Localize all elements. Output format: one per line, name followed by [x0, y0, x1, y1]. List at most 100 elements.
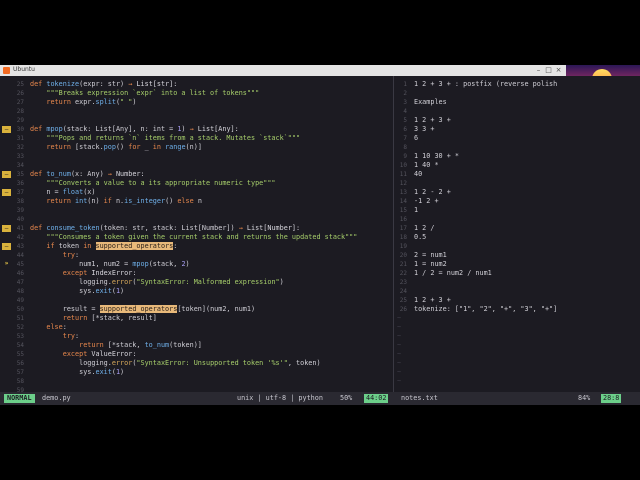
code-line[interactable]: 28 [0, 107, 393, 116]
notes-line[interactable]: 1 1 2 + 3 + : postfix (reverse polish [395, 80, 640, 89]
line-number: 50 [16, 306, 24, 313]
code-token: range [165, 143, 186, 151]
status-percent: 50% [340, 394, 353, 402]
notes-line[interactable]: 16 [395, 215, 640, 224]
code-line[interactable]: 39 [0, 206, 393, 215]
line-number: 17 [399, 225, 407, 232]
notes-line[interactable]: 5 1 2 + 3 + [395, 116, 640, 125]
code-line[interactable]: 53 try: [0, 332, 393, 341]
code-line[interactable]: 54 return [*stack, to_num(token)] [0, 341, 393, 350]
code-token: "SyntaxError: Malformed expression" [136, 278, 280, 286]
code-token: [*stack, result] [91, 314, 157, 322]
code-line[interactable]: 42 """Consumes a token given the current… [0, 233, 393, 242]
code-line[interactable]: 36 """Converts a value to a its appropri… [0, 179, 393, 188]
line-number: 46 [16, 270, 24, 277]
code-line[interactable]: 44 try: [0, 251, 393, 260]
code-line[interactable]: — 41 def consume_token(token: str, stack: … [0, 224, 393, 233]
line-number: 18 [399, 234, 407, 241]
code-token: logging. [30, 278, 112, 286]
close-icon[interactable]: × [554, 66, 563, 75]
notes-line[interactable]: 23 [395, 278, 640, 287]
editor-pane-right[interactable]: 11 2 + 3 + : postfix (reverse polish 2 3 Ex… [395, 76, 640, 392]
code-line[interactable]: 46 except IndexError: [0, 269, 393, 278]
code-line[interactable]: 58 [0, 377, 393, 386]
code-line[interactable]: 48 sys.exit(1) [0, 287, 393, 296]
notes-line[interactable]: 17 1 2 / [395, 224, 640, 233]
notes-line[interactable]: 26 tokenize: ["1", "2", "+", "3", "+"] [395, 305, 640, 314]
code-token: : [132, 269, 137, 277]
code-line[interactable]: 49 [0, 296, 393, 305]
notes-line[interactable]: 3 Examples [395, 98, 640, 107]
code-line[interactable]: 50 result = supported_operators[token](n… [0, 305, 393, 314]
code-line[interactable]: 51 return [*stack, result] [0, 314, 393, 323]
code-line[interactable]: 27 return expr.split(" ") [0, 98, 393, 107]
line-number: 57 [16, 369, 24, 376]
code-line[interactable]: — 30 def mpop(stack: List[Any], n: int = 1… [0, 125, 393, 134]
code-line[interactable]: 33 [0, 152, 393, 161]
line-number: 7 [403, 135, 407, 142]
notes-line[interactable]: 2 [395, 89, 640, 98]
notes-line[interactable]: 24 [395, 287, 640, 296]
notes-text: 1 / 2 = num2 / num1 [414, 269, 492, 277]
code-line[interactable]: — 35 def to_num(x: Any) → Number: [0, 170, 393, 179]
code-line[interactable]: 32 return [stack.pop() for _ in range(n)… [0, 143, 393, 152]
line-number: 12 [399, 180, 407, 187]
notes-line[interactable]: 15 1 [395, 206, 640, 215]
line-number: 9 [403, 153, 407, 160]
notes-line[interactable]: 14 -1 2 + [395, 197, 640, 206]
code-token: → [189, 125, 198, 133]
line-number: 28 [16, 108, 24, 115]
minimize-icon[interactable]: – [534, 66, 543, 75]
code-token: [*stack, [107, 341, 145, 349]
pane-divider[interactable] [393, 76, 394, 392]
code-line[interactable]: 56 logging.error("SyntaxError: Unsupport… [0, 359, 393, 368]
line-number: 26 [399, 306, 407, 313]
code-token: to_num [144, 341, 170, 349]
tilde-marker: ~ [397, 368, 402, 376]
code-line[interactable]: 26 """Breaks expression `expr` into a li… [0, 89, 393, 98]
code-line[interactable]: 38 return int(n) if n.is_integer() else … [0, 197, 393, 206]
code-token: if [30, 242, 59, 250]
line-number: 56 [16, 360, 24, 367]
notes-line[interactable]: 20 2 = num1 [395, 251, 640, 260]
notes-line[interactable]: 4 [395, 107, 640, 116]
notes-line[interactable]: 10 1 40 * [395, 161, 640, 170]
code-token: pop [103, 143, 116, 151]
line-number: 1 [403, 81, 407, 88]
line-number: 8 [403, 144, 407, 151]
code-line[interactable]: 52 else: [0, 323, 393, 332]
notes-line[interactable]: 22 1 / 2 = num2 / num1 [395, 269, 640, 278]
notes-line[interactable]: 12 [395, 179, 640, 188]
notes-line[interactable]: 9 1 10 30 + * [395, 152, 640, 161]
code-token: mpop [46, 125, 63, 133]
code-line[interactable]: 57 sys.exit(1) [0, 368, 393, 377]
code-line[interactable]: » 45 num1, num2 = mpop(stack, 2) [0, 260, 393, 269]
editor-pane-left[interactable]: 25 def tokenize(expr: str) → List[str]: 26… [0, 76, 393, 392]
code-token: → [107, 170, 116, 178]
code-line[interactable]: 25 def tokenize(expr: str) → List[str]: [0, 80, 393, 89]
notes-line[interactable]: 19 [395, 242, 640, 251]
notes-line[interactable]: 6 3 3 + [395, 125, 640, 134]
line-number: 16 [399, 216, 407, 223]
notes-line[interactable]: 18 0.5 [395, 233, 640, 242]
notes-text: Examples [414, 98, 447, 106]
notes-line[interactable]: 76 [395, 134, 640, 143]
code-line[interactable]: 47 logging.error("SyntaxError: Malformed… [0, 278, 393, 287]
maximize-icon[interactable]: □ [544, 66, 553, 75]
code-line[interactable]: — 43 if token in supported_operators: [0, 242, 393, 251]
code-line[interactable]: 31 """Pops and returns `n` items from a … [0, 134, 393, 143]
code-line[interactable]: 55 except ValueError: [0, 350, 393, 359]
code-token: def [30, 80, 47, 88]
notes-line[interactable]: 25 1 2 + 3 + [395, 296, 640, 305]
notes-line[interactable]: 11 40 [395, 170, 640, 179]
warning-sign-icon: — [2, 189, 11, 196]
code-line[interactable]: — 37 n = float(x) [0, 188, 393, 197]
code-token: def [30, 170, 47, 178]
code-line[interactable]: 29 [0, 116, 393, 125]
code-line[interactable]: 34 [0, 161, 393, 170]
code-line[interactable]: 40 [0, 215, 393, 224]
notes-line[interactable]: 8 [395, 143, 640, 152]
notes-line[interactable]: 13 1 2 - 2 + [395, 188, 640, 197]
notes-line[interactable]: 21 1 = num2 [395, 260, 640, 269]
line-number: 14 [399, 198, 407, 205]
